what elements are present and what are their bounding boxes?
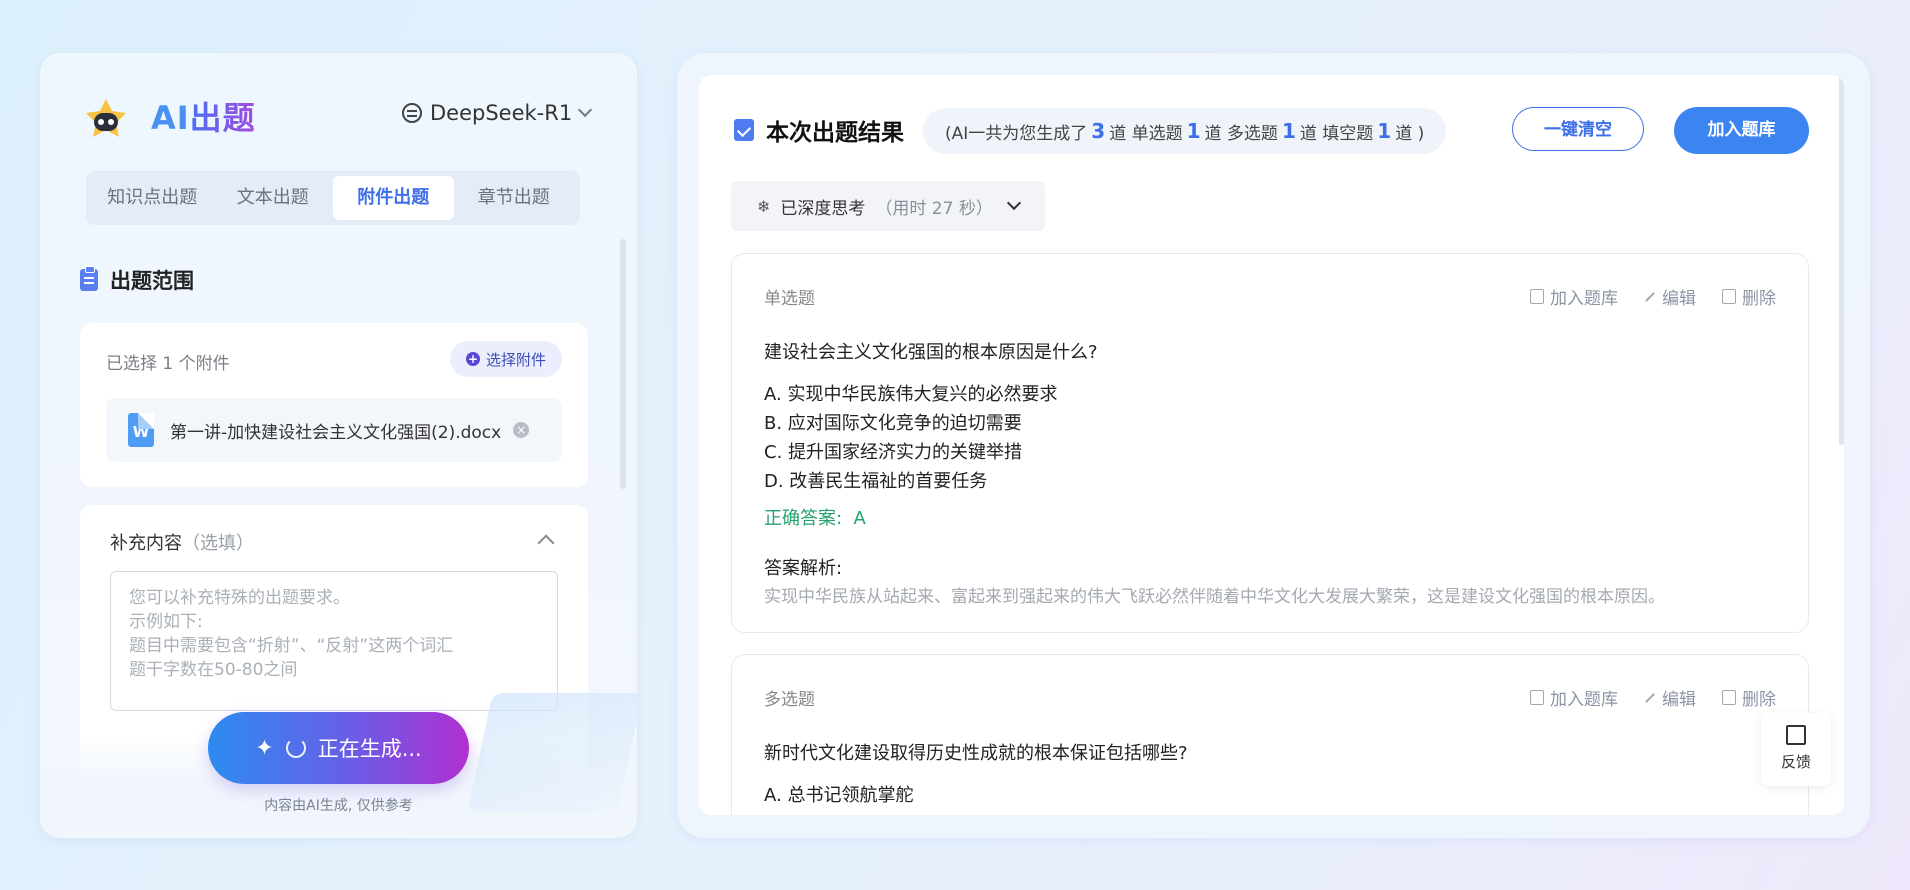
question-stem: 新时代文化建设取得历史性成就的根本保证包括哪些? (764, 743, 1188, 764)
question-delete-button[interactable]: 删除 (1722, 685, 1776, 710)
option-a: A. 总书记领航掌舵 (764, 785, 914, 806)
supplement-textarea[interactable]: 您可以补充特殊的出题要求。 示例如下: 题目中需要包含“折射”、“反射”这两个词… (110, 571, 558, 711)
model-name: DeepSeek-R1 (430, 101, 573, 125)
question-card: 多选题 加入题库 编辑 删除 新时代文化建设取得历史性成就的根本保证包括哪些? … (731, 654, 1809, 815)
tab-chapter[interactable]: 章节出题 (454, 176, 575, 220)
file-item: W 第一讲-加快建设社会主义文化强国(2).docx × (106, 398, 562, 462)
robot-logo-icon (86, 99, 126, 137)
snowflake-icon: ❄ (757, 196, 771, 216)
word-doc-icon: W (128, 413, 154, 447)
app-title: AI出题 (151, 99, 256, 137)
question-add-button[interactable]: 加入题库 (1530, 685, 1618, 710)
analysis-label: 答案解析: (764, 558, 843, 579)
question-delete-button[interactable]: 删除 (1722, 284, 1776, 309)
option-d: D. 改善民生福祉的首要任务 (764, 471, 988, 492)
tab-knowledge[interactable]: 知识点出题 (92, 176, 213, 220)
supplement-title: 补充内容（选填） (110, 533, 254, 554)
question-options: A. 实现中华民族伟大复兴的必然要求 B. 应对国际文化竞争的迫切需要 C. 提… (764, 380, 1057, 496)
analysis-text: 实现中华民族从站起来、富起来到强起来的伟大飞跃必然伴随着中华文化大发展大繁荣，这… (764, 587, 1665, 607)
question-type: 多选题 (764, 690, 815, 710)
mode-tabs: 知识点出题 文本出题 附件出题 章节出题 (86, 171, 580, 225)
tab-text[interactable]: 文本出题 (213, 176, 334, 220)
trash-icon (1722, 690, 1736, 705)
chevron-down-icon (1006, 195, 1021, 211)
right-scrollbar[interactable] (1839, 75, 1844, 445)
add-box-icon (1530, 690, 1544, 705)
tab-attachment[interactable]: 附件出题 (333, 176, 454, 220)
chevron-down-icon (578, 102, 593, 118)
question-add-button[interactable]: 加入题库 (1530, 284, 1618, 309)
question-card: 单选题 加入题库 编辑 删除 建设社会主义文化强国的根本原因是什么? A. 实现… (731, 253, 1809, 633)
pencil-icon (1645, 692, 1655, 703)
question-type: 单选题 (764, 289, 815, 309)
result-content: 本次出题结果 (AI一共为您生成了 3 道 单选题 1 道 多选题 1 道 填空题 1 道 ) … (699, 75, 1844, 815)
feedback-button[interactable]: 反馈 (1761, 713, 1831, 786)
generate-button[interactable]: ✦ 正在生成... (208, 712, 469, 784)
deep-thinking-toggle[interactable]: ❄ 已深度思考 （用时 27 秒） (731, 181, 1045, 231)
ai-disclaimer: 内容由AI生成, 仅供参考 (264, 798, 413, 814)
file-name: 第一讲-加快建设社会主义文化强国(2).docx (170, 422, 502, 443)
pencil-icon (1645, 291, 1655, 302)
question-stem: 建设社会主义文化强国的根本原因是什么? (764, 342, 1098, 363)
question-actions: 加入题库 编辑 删除 (1530, 284, 1776, 309)
option-b: B. 应对国际文化竞争的迫切需要 (764, 413, 1022, 434)
result-panel: 本次出题结果 (AI一共为您生成了 3 道 单选题 1 道 多选题 1 道 填空题 1 道 ) … (677, 53, 1870, 838)
remove-file-icon[interactable]: × (513, 422, 530, 438)
question-options: A. 总书记领航掌舵 (764, 781, 913, 810)
scope-heading: 出题范围 (80, 265, 194, 295)
question-actions: 加入题库 编辑 删除 (1530, 685, 1776, 710)
checklist-icon (734, 119, 754, 141)
result-summary: (AI一共为您生成了 3 道 单选题 1 道 多选题 1 道 填空题 1 道 ) (923, 108, 1447, 154)
select-attachment-button[interactable]: + 选择附件 (449, 341, 562, 377)
question-edit-button[interactable]: 编辑 (1644, 284, 1696, 309)
selected-count: 已选择 1 个附件 (106, 354, 230, 374)
clear-all-button[interactable]: 一键清空 (1512, 107, 1644, 151)
left-scrollbar[interactable] (620, 239, 626, 489)
left-panel: AI出题 DeepSeek-R1 知识点出题 文本出题 附件出题 章节出题 出题… (40, 53, 637, 838)
clipboard-icon (80, 266, 98, 291)
sparkle-icon: ✦ (255, 735, 274, 761)
model-selector[interactable]: DeepSeek-R1 (402, 101, 593, 125)
correct-answer: 正确答案: A (764, 508, 866, 529)
chevron-up-icon[interactable] (537, 534, 555, 552)
option-c: C. 提升国家经济实力的关键举措 (764, 442, 1023, 463)
add-box-icon (1530, 289, 1544, 304)
result-title: 本次出题结果 (734, 113, 904, 147)
question-edit-button[interactable]: 编辑 (1644, 685, 1696, 710)
trash-icon (1722, 289, 1736, 304)
model-icon (402, 103, 422, 123)
attachment-card: 已选择 1 个附件 + 选择附件 W 第一讲-加快建设社会主义文化强国(2).d… (80, 323, 588, 487)
plus-icon: + (465, 352, 480, 366)
option-a: A. 实现中华民族伟大复兴的必然要求 (764, 384, 1058, 405)
loading-spinner-icon (285, 738, 306, 758)
feedback-icon (1786, 725, 1806, 745)
add-to-bank-button[interactable]: 加入题库 (1674, 107, 1809, 154)
